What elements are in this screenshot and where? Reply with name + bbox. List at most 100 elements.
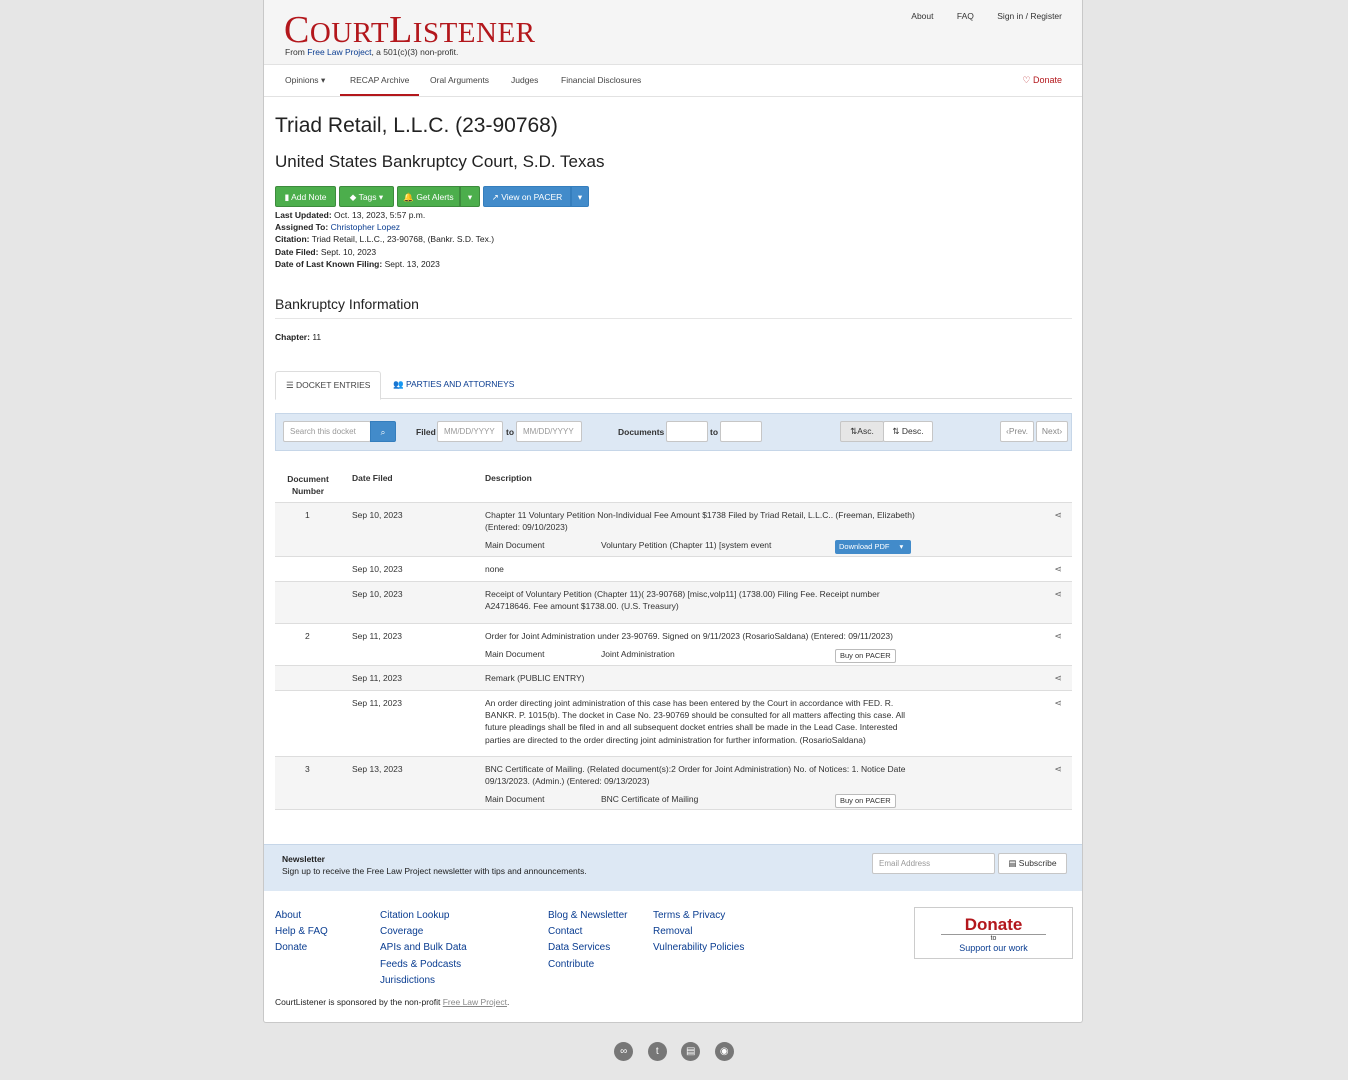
row-description: Chapter 11 Voluntary Petition Non-Indivi… <box>485 510 915 533</box>
share-icon[interactable]: ⋖ <box>1054 589 1062 600</box>
footer-vulnerability-link[interactable]: Vulnerability Policies <box>653 940 744 956</box>
download-pdf-button[interactable]: Download PDF ▾ <box>835 540 911 554</box>
footer-data-services-link[interactable]: Data Services <box>548 940 627 956</box>
buy-on-pacer-button[interactable]: Buy on PACER <box>835 649 896 663</box>
footer-help-link[interactable]: Help & FAQ <box>275 924 328 940</box>
sponsor-link[interactable]: Free Law Project <box>443 997 507 1007</box>
filed-from-input[interactable]: MM/DD/YYYY <box>437 421 503 442</box>
share-icon[interactable]: ⋖ <box>1054 631 1062 642</box>
case-title: Triad Retail, L.L.C. (23-90768) <box>275 114 558 137</box>
footer-coverage-link[interactable]: Coverage <box>380 924 467 940</box>
twitter-icon[interactable]: t <box>647 1042 667 1061</box>
logo-letters-istener: ISTENER <box>412 17 536 49</box>
users-icon: 👥 <box>393 379 404 389</box>
footer-donate-link[interactable]: Donate <box>275 940 328 956</box>
donate-box-to: to <box>941 934 1046 943</box>
add-note-button[interactable]: ▮ Add Note <box>275 186 336 207</box>
free-law-project-link[interactable]: Free Law Project <box>307 47 371 57</box>
share-icon[interactable]: ⋖ <box>1054 764 1062 775</box>
prev-page-button[interactable]: ‹Prev. <box>1000 421 1034 442</box>
chapter-value: 11 <box>312 332 322 342</box>
share-icon[interactable]: ⋖ <box>1054 564 1062 575</box>
court-name: United States Bankruptcy Court, S.D. Tex… <box>275 152 605 171</box>
nav-donate[interactable]: ♡ Donate <box>1022 65 1062 96</box>
tab-docket-entries[interactable]: ☰ DOCKET ENTRIES <box>275 371 382 400</box>
footer-apis-link[interactable]: APIs and Bulk Data <box>380 940 467 956</box>
footer-terms-link[interactable]: Terms & Privacy <box>653 908 744 924</box>
subscribe-label: Subscribe <box>1018 858 1057 868</box>
last-updated-label: Last Updated: <box>275 210 332 220</box>
newsletter-icon[interactable]: ▤ <box>681 1042 701 1061</box>
citation-value: Triad Retail, L.L.C., 23-90768, (Bankr. … <box>311 234 495 245</box>
sort-desc-icon: ⇅ <box>892 426 900 436</box>
filed-to-input[interactable]: MM/DD/YYYY <box>516 421 582 442</box>
about-link[interactable]: About <box>911 11 933 21</box>
tags-button[interactable]: ◆ Tags ▾ <box>339 186 394 207</box>
faq-link[interactable]: FAQ <box>957 11 974 21</box>
document-description: Voluntary Petition (Chapter 11) [system … <box>601 540 772 550</box>
docket-search-input[interactable]: Search this docket <box>283 421 371 442</box>
docket-filter-bar: Search this docket ⌕ Filed MM/DD/YYYY to… <box>275 413 1072 451</box>
tab-docket-label: DOCKET ENTRIES <box>296 380 371 390</box>
sign-in-link[interactable]: Sign in / Register <box>997 11 1062 21</box>
judge-link[interactable]: Christopher Lopez <box>331 222 400 232</box>
get-alerts-dropdown[interactable]: ▾ <box>460 186 480 207</box>
share-icon[interactable]: ⋖ <box>1054 698 1062 709</box>
footer-about-link[interactable]: About <box>275 908 328 924</box>
chevron-right-icon: › <box>1059 426 1063 436</box>
view-on-pacer-dropdown[interactable]: ▾ <box>571 186 589 207</box>
share-icon[interactable]: ⋖ <box>1054 510 1062 521</box>
buy-on-pacer-button[interactable]: Buy on PACER <box>835 794 896 808</box>
nav-financial-disclosures[interactable]: Financial Disclosures <box>561 65 641 96</box>
tab-parties-attorneys[interactable]: 👥 PARTIES AND ATTORNEYS <box>383 371 524 398</box>
donate-box[interactable]: Donate to Support our work <box>914 907 1073 959</box>
nav-recap-archive[interactable]: RECAP Archive <box>340 65 420 96</box>
next-page-button[interactable]: Next› <box>1036 421 1068 442</box>
footer-contact-link[interactable]: Contact <box>548 924 627 940</box>
view-on-pacer-button[interactable]: ↗ View on PACER <box>483 186 571 207</box>
subscribe-button[interactable]: ▤ Subscribe <box>998 853 1067 874</box>
footer-removal-link[interactable]: Removal <box>653 924 744 940</box>
row-doc-number: 2 <box>305 631 310 641</box>
get-alerts-button[interactable]: 🔔 Get Alerts <box>397 186 460 207</box>
share-icon[interactable]: ⋖ <box>1054 673 1062 684</box>
external-link-icon: ↗ <box>491 192 499 202</box>
donate-box-title: Donate <box>964 915 1023 934</box>
row-description: BNC Certificate of Mailing. (Related doc… <box>485 764 906 787</box>
site-header: COURTLISTENER From Free Law Project, a 5… <box>264 0 1082 65</box>
filed-to-placeholder: MM/DD/YYYY <box>523 427 574 436</box>
search-button[interactable]: ⌕ <box>370 421 396 442</box>
sort-desc-button[interactable]: ⇅ Desc. <box>883 421 933 442</box>
nav-judges[interactable]: Judges <box>511 65 538 96</box>
documents-to-input[interactable] <box>720 421 762 442</box>
footer-blog-link[interactable]: Blog & Newsletter <box>548 908 627 924</box>
link-icon[interactable]: ∞ <box>614 1042 634 1061</box>
list-icon: ☰ <box>286 380 294 390</box>
footer-contribute-link[interactable]: Contribute <box>548 957 627 973</box>
newsletter-email-input[interactable]: Email Address <box>872 853 995 874</box>
nav-oral-arguments[interactable]: Oral Arguments <box>430 65 489 96</box>
citation-label: Citation: <box>275 234 310 245</box>
sort-asc-button[interactable]: ⇅Asc. <box>840 421 884 442</box>
sponsor-line: CourtListener is sponsored by the non-pr… <box>275 997 509 1007</box>
footer-feeds-link[interactable]: Feeds & Podcasts <box>380 957 467 973</box>
last-filing-value: Sept. 13, 2023 <box>384 258 440 269</box>
filed-label: Filed <box>416 427 436 437</box>
top-links: About FAQ Sign in / Register <box>890 11 1062 21</box>
footer-jurisdictions-link[interactable]: Jurisdictions <box>380 973 467 989</box>
documents-from-input[interactable] <box>666 421 708 442</box>
row-date: Sep 10, 2023 <box>352 510 403 520</box>
footer-citation-lookup-link[interactable]: Citation Lookup <box>380 908 467 924</box>
courtlistener-logo[interactable]: COURTLISTENER <box>284 8 536 52</box>
caret-down-icon: ▾ <box>320 75 326 85</box>
github-icon[interactable]: ◉ <box>714 1042 734 1061</box>
bell-icon: 🔔 <box>403 192 414 202</box>
newspaper-icon: ▤ <box>1008 858 1017 868</box>
sort-asc-label: Asc. <box>857 426 874 436</box>
main-document-link[interactable]: Main Document <box>485 539 545 551</box>
footer-col-3: Blog & Newsletter Contact Data Services … <box>548 908 627 973</box>
row-date: Sep 11, 2023 <box>352 698 402 708</box>
last-filing-line: Date of Last Known Filing: Sept. 13, 202… <box>275 258 494 270</box>
footer-col-1: About Help & FAQ Donate <box>275 908 328 957</box>
nav-opinions[interactable]: Opinions ▾ <box>285 65 325 96</box>
